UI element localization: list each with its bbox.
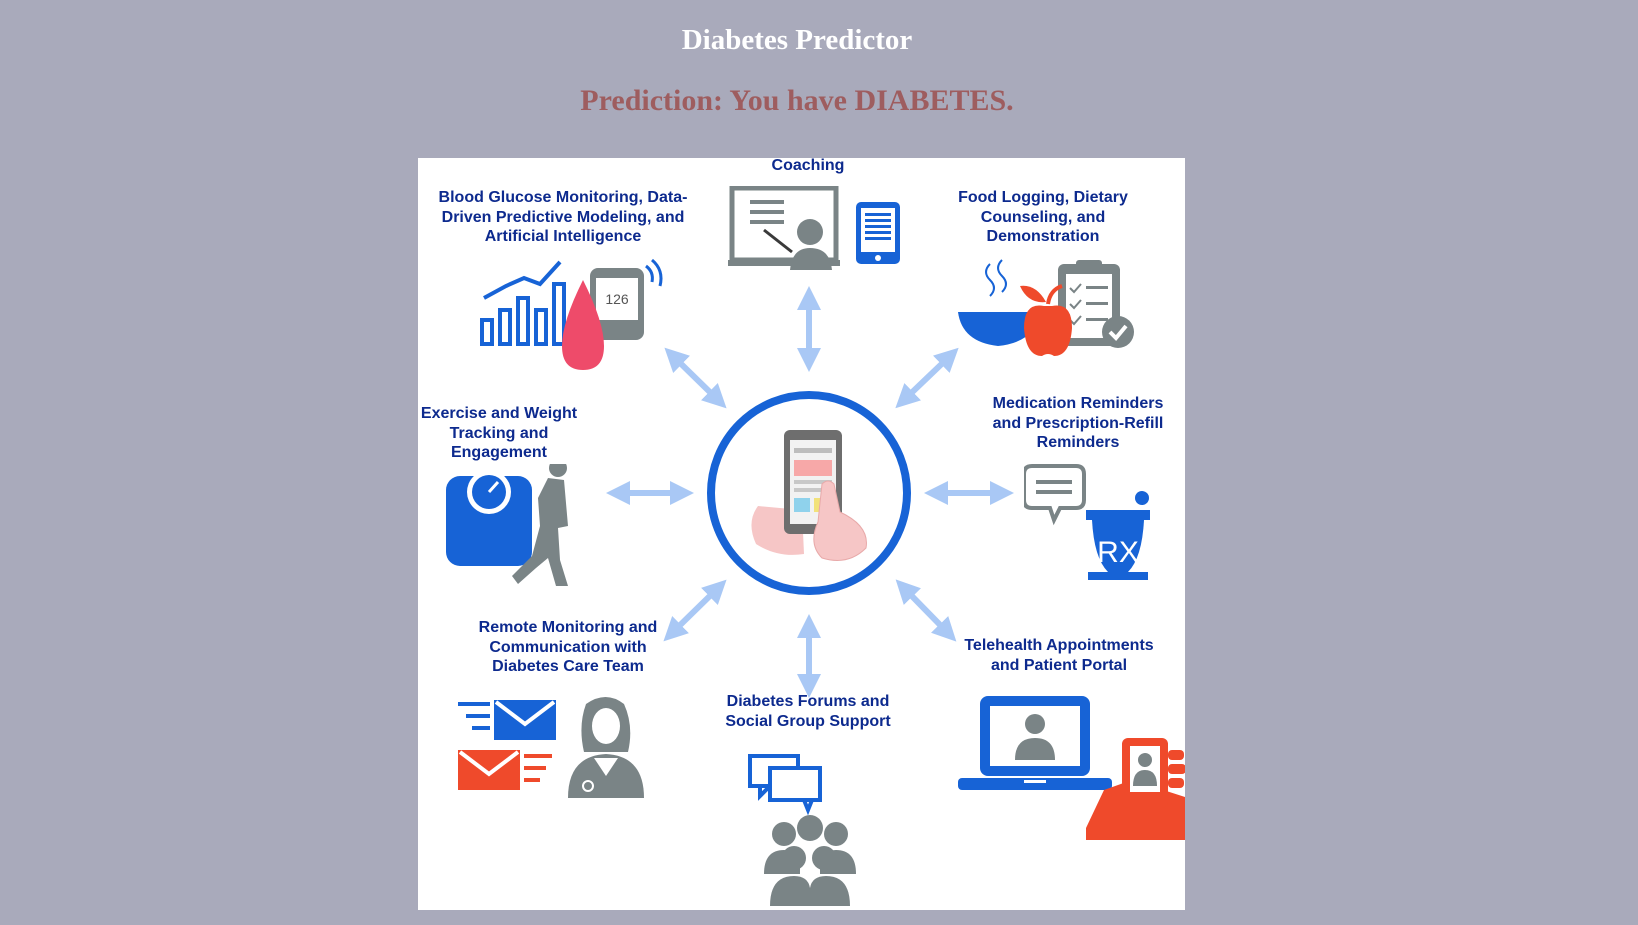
svg-text:RX: RX bbox=[1097, 536, 1139, 569]
prediction-result: Prediction: You have DIABETES. bbox=[580, 84, 1014, 117]
label-glucose: Blood Glucose Monitoring, Data- Driven P… bbox=[438, 189, 688, 245]
remote-monitoring-group bbox=[458, 697, 644, 798]
mortar-rx-icon: RX bbox=[1086, 491, 1150, 580]
arrow-telehealth bbox=[895, 579, 957, 642]
diabetes-care-infographic: Coaching Blood Glucose Monitoring, Data-… bbox=[418, 158, 1185, 910]
label-food: Food Logging, Dietary Counseling, and De… bbox=[958, 189, 1128, 245]
tablet-icon bbox=[856, 202, 900, 264]
label-coaching: Coaching bbox=[771, 158, 845, 174]
label-forums: Diabetes Forums and Social Group Support bbox=[725, 693, 891, 730]
glucose-monitoring-group: 126 bbox=[480, 258, 663, 370]
laptop-icon bbox=[958, 696, 1112, 790]
doctor-icon bbox=[568, 697, 644, 798]
arrow-glucose bbox=[664, 347, 727, 409]
group-icon bbox=[764, 815, 856, 906]
chat-bubbles-icon bbox=[748, 754, 822, 816]
forums-group bbox=[748, 754, 856, 906]
page-title: Diabetes Predictor bbox=[681, 24, 913, 56]
chart-icon bbox=[480, 260, 566, 346]
scale-icon bbox=[446, 470, 532, 566]
coaching-board-icon bbox=[728, 186, 900, 270]
arrow-food bbox=[895, 347, 959, 409]
label-medication: Medication Reminders and Prescription-Re… bbox=[992, 395, 1164, 451]
food-logging-group bbox=[958, 259, 1134, 356]
label-telehealth: Telehealth Appointments and Patient Port… bbox=[964, 637, 1154, 674]
chat-bubble-icon bbox=[1024, 464, 1086, 526]
medication-group: RX bbox=[1024, 464, 1150, 580]
envelope-icon bbox=[458, 700, 556, 790]
phone-hands-icon bbox=[751, 430, 867, 561]
telehealth-group bbox=[958, 696, 1185, 840]
svg-text:126: 126 bbox=[605, 291, 629, 307]
label-exercise: Exercise and Weight Tracking and Engagem… bbox=[420, 405, 578, 461]
label-remote: Remote Monitoring and Communication with… bbox=[478, 619, 658, 675]
exercise-group bbox=[446, 464, 568, 586]
